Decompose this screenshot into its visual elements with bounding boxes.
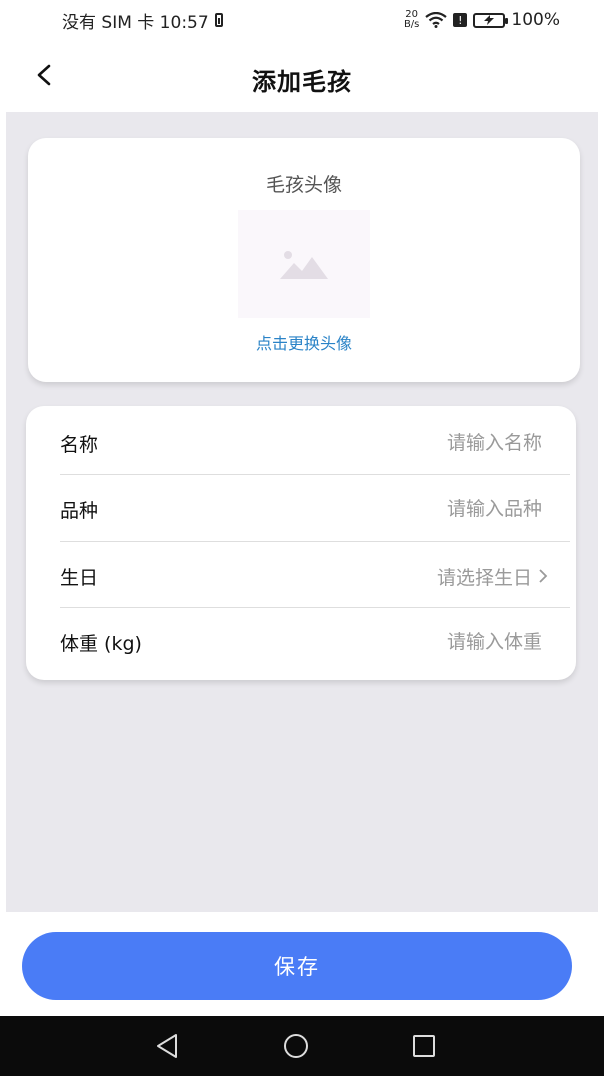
weight-label: 体重 (kg) [60,632,142,655]
divider [60,541,570,542]
image-icon [280,251,328,279]
nav-home-icon[interactable] [280,1030,312,1062]
form-row-breed[interactable]: 品种 [60,476,570,542]
avatar-label: 毛孩头像 [265,174,342,196]
birthday-placeholder: 请选择生日 [436,566,532,589]
nav-back-icon[interactable] [152,1030,184,1062]
status-left: 没有 SIM 卡 10:57 [62,8,223,33]
add-pet-screen: 没有 SIM 卡 10:57 20 B/s ! 100% 添加毛孩 毛孩头像 点… [0,0,604,1076]
alert-icon: ! [453,13,468,27]
breed-label: 品种 [60,499,99,522]
header: 添加毛孩 [0,40,604,112]
name-label: 名称 [60,433,99,456]
carrier-time: 没有 SIM 卡 10:57 [62,12,209,33]
form-row-birthday[interactable]: 生日 请选择生日 [60,543,570,609]
weight-input[interactable] [310,631,570,653]
form-row-weight[interactable]: 体重 (kg) [60,609,570,675]
bottom-action-area: 保存 [0,912,604,1016]
avatar-card: 毛孩头像 点击更换头像 [28,138,580,382]
avatar-placeholder[interactable] [238,210,370,318]
pet-info-form: 名称 品种 生日 请选择生日 体重 (kg) [26,406,576,680]
battery-warning-icon [214,13,223,27]
save-button[interactable]: 保存 [22,932,572,1000]
birthday-label: 生日 [60,566,99,589]
battery-charging-icon [473,12,509,28]
divider [60,474,570,475]
page-title: 添加毛孩 [252,68,352,96]
net-speed-unit: B/s [403,19,420,30]
network-speed: 20 B/s [404,10,419,30]
navigation-bar [0,1016,604,1076]
divider [60,607,570,608]
chevron-right-icon [539,569,548,583]
battery-percent: 100% [511,10,560,30]
change-avatar-link[interactable]: 点击更换头像 [28,330,580,354]
status-right: 20 B/s ! 100% [404,10,560,31]
nav-recents-icon[interactable] [408,1030,440,1062]
status-bar: 没有 SIM 卡 10:57 20 B/s ! 100% [0,0,604,40]
wifi-icon [425,12,448,28]
name-input[interactable] [310,432,570,454]
form-row-name[interactable]: 名称 [60,410,570,476]
birthday-picker[interactable]: 请选择生日 [437,563,570,590]
breed-input[interactable] [310,498,570,520]
